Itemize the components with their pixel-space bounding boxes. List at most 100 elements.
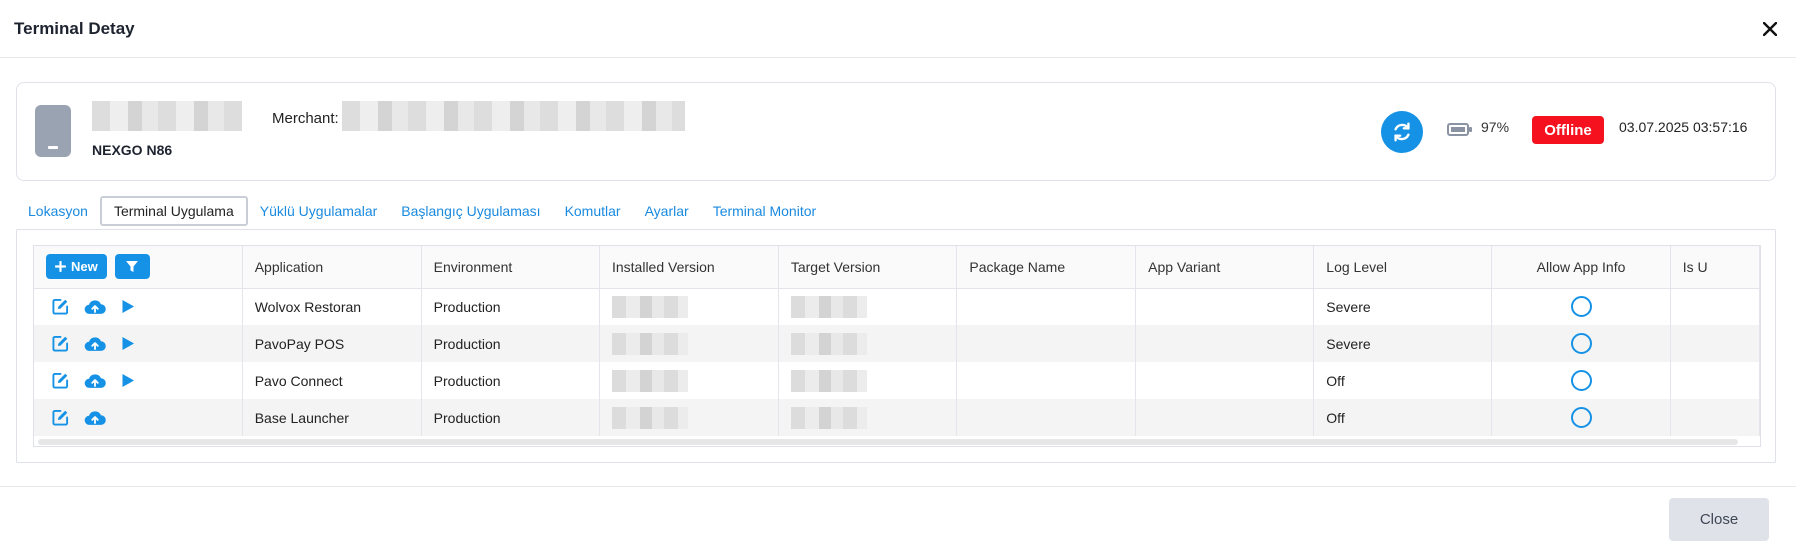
redacted-value [611, 332, 688, 355]
app-variant-cell [1135, 399, 1315, 436]
cloud-upload-icon[interactable] [84, 299, 106, 315]
cloud-upload-icon[interactable] [84, 373, 106, 389]
column-header[interactable]: Installed Version [599, 246, 779, 289]
is-u-cell [1670, 288, 1760, 325]
modal-title: Terminal Detay [14, 18, 135, 38]
package-name-cell [956, 362, 1137, 399]
tab-ayarlar[interactable]: Ayarlar [633, 196, 701, 226]
package-name-cell [956, 325, 1137, 362]
log-level-cell: Severe [1313, 288, 1493, 325]
log-level-cell: Severe [1313, 325, 1493, 362]
new-button-label: New [71, 259, 98, 275]
app-variant-cell [1135, 362, 1315, 399]
target-version-cell [778, 399, 958, 436]
allow-app-info-radio[interactable] [1570, 370, 1592, 391]
app-variant-cell [1135, 325, 1315, 362]
column-header[interactable]: App Variant [1135, 246, 1315, 289]
edit-icon[interactable] [52, 298, 69, 315]
redacted-value [790, 332, 867, 355]
close-button[interactable]: Close [1669, 498, 1769, 541]
redacted-value [611, 295, 688, 318]
table-row: Wolvox Restoran Production Severe [34, 288, 1760, 325]
column-header[interactable]: Application [242, 246, 422, 289]
tab-yuklu-uygulamalar[interactable]: Yüklü Uygulamalar [248, 196, 390, 226]
environment-cell: Production [421, 288, 600, 325]
device-card: NEXGO N86 Merchant: 97% Offline 03.07.20… [16, 82, 1776, 181]
column-header[interactable]: Is U [1670, 246, 1760, 289]
redacted-value [790, 295, 867, 318]
close-icon[interactable] [1758, 17, 1782, 41]
allow-app-info-cell [1491, 288, 1671, 325]
refresh-icon [1394, 122, 1410, 142]
installed-version-cell [599, 399, 779, 436]
modal-header: Terminal Detay [0, 0, 1796, 58]
filter-button[interactable] [114, 254, 150, 280]
row-actions [34, 325, 243, 362]
modal-footer: Close [0, 486, 1796, 549]
tab-baslangic-uygulamasi[interactable]: Başlangıç Uygulaması [389, 196, 552, 226]
battery-percentage: 97% [1481, 119, 1510, 135]
column-header[interactable]: Environment [421, 246, 600, 289]
table-row: PavoPay POS Production Severe [34, 325, 1760, 362]
allow-app-info-cell [1491, 362, 1671, 399]
edit-icon[interactable] [52, 335, 69, 352]
horizontal-scrollbar[interactable] [38, 439, 1738, 445]
installed-version-cell [599, 288, 779, 325]
application-cell: Pavo Connect [242, 362, 422, 399]
play-icon[interactable] [121, 336, 135, 351]
tab-terminal-uygulama[interactable]: Terminal Uygulama [99, 196, 248, 226]
toolbar-cell: New [34, 246, 243, 289]
terminal-serial-redacted [92, 101, 242, 131]
allow-app-info-radio[interactable] [1570, 333, 1592, 354]
edit-icon[interactable] [52, 409, 69, 426]
last-seen-timestamp: 03.07.2025 03:57:16 [1619, 119, 1748, 135]
target-version-cell [778, 288, 958, 325]
cloud-upload-icon[interactable] [84, 410, 106, 426]
tab-komutlar[interactable]: Komutlar [553, 196, 633, 226]
applications-table: New Application Environment Installed Ve… [34, 246, 1760, 436]
environment-cell: Production [421, 325, 600, 362]
environment-cell: Production [421, 399, 600, 436]
tab-terminal-monitor[interactable]: Terminal Monitor [701, 196, 828, 226]
play-icon[interactable] [121, 373, 135, 388]
application-cell: Wolvox Restoran [242, 288, 422, 325]
installed-version-cell [599, 325, 779, 362]
redacted-value [790, 406, 867, 429]
installed-version-cell [599, 362, 779, 399]
new-button[interactable]: New [46, 254, 107, 280]
environment-cell: Production [421, 362, 600, 399]
package-name-cell [956, 399, 1137, 436]
column-header[interactable]: Log Level [1313, 246, 1493, 289]
is-u-cell [1670, 362, 1760, 399]
tab-content-panel: New Application Environment Installed Ve… [16, 229, 1776, 463]
column-header[interactable]: Target Version [778, 246, 958, 289]
tab-lokasyon[interactable]: Lokasyon [16, 196, 100, 226]
table-row: Pavo Connect Production Off [34, 362, 1760, 399]
tab-bar: Lokasyon Terminal Uygulama Yüklü Uygulam… [16, 196, 828, 226]
table-row: Base Launcher Production Off [34, 399, 1760, 436]
allow-app-info-radio[interactable] [1570, 296, 1592, 318]
device-model: NEXGO N86 [92, 142, 173, 158]
filter-icon [126, 261, 139, 273]
row-actions [34, 288, 243, 325]
battery-icon [1447, 123, 1472, 136]
merchant-name-redacted [342, 101, 685, 131]
allow-app-info-cell [1491, 399, 1671, 436]
edit-icon[interactable] [52, 372, 69, 389]
column-header[interactable]: Allow App Info [1491, 246, 1671, 289]
is-u-cell [1670, 325, 1760, 362]
refresh-button[interactable] [1381, 111, 1423, 153]
column-header[interactable]: Package Name [956, 246, 1137, 289]
redacted-value [790, 369, 867, 392]
status-badge: Offline [1532, 116, 1604, 144]
allow-app-info-radio[interactable] [1570, 407, 1592, 428]
target-version-cell [778, 362, 958, 399]
row-actions [34, 362, 243, 399]
log-level-cell: Off [1313, 362, 1493, 399]
application-cell: PavoPay POS [242, 325, 422, 362]
package-name-cell [956, 288, 1137, 325]
cloud-upload-icon[interactable] [84, 336, 106, 352]
row-actions [34, 399, 243, 436]
play-icon[interactable] [121, 299, 135, 314]
target-version-cell [778, 325, 958, 362]
